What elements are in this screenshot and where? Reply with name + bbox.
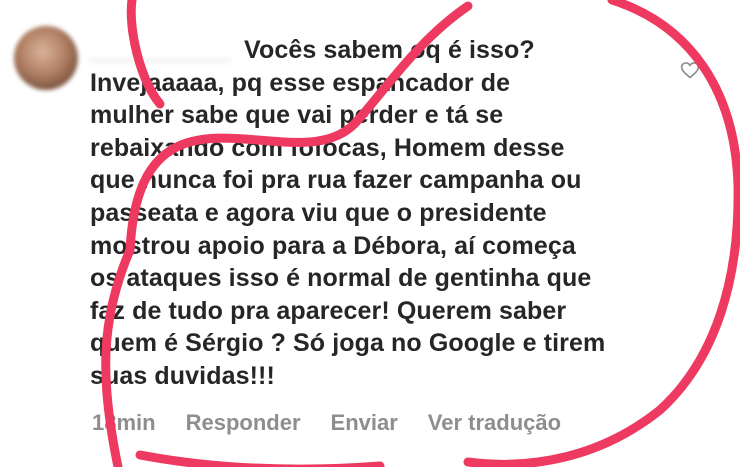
comment-actions: 18min Responder Enviar Ver tradução [92, 410, 591, 436]
translate-button[interactable]: Ver tradução [428, 410, 561, 436]
timestamp: 18min [92, 410, 156, 435]
comment-body: __________ Vocês sabem oq é isso? Invejaa… [90, 34, 730, 393]
heart-icon[interactable] [680, 60, 700, 80]
comment-text: Vocês sabem oq é isso? Invejaaaaa, pq es… [90, 36, 606, 390]
username-blurred[interactable]: __________ [90, 34, 230, 67]
reply-button[interactable]: Responder [186, 410, 301, 436]
send-button[interactable]: Enviar [331, 410, 398, 436]
avatar[interactable] [14, 26, 78, 90]
